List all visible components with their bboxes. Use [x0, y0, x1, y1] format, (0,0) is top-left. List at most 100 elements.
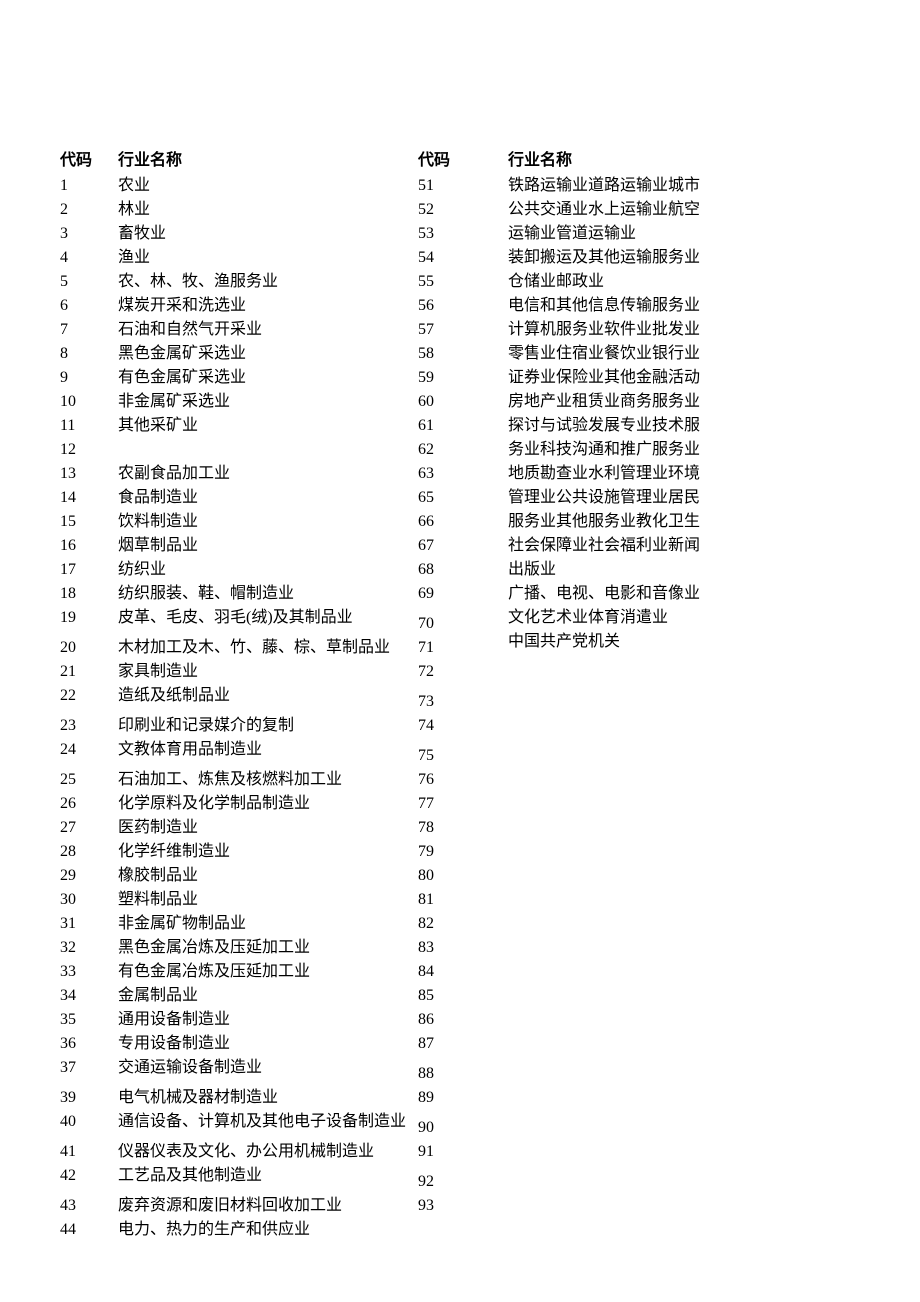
right-text-line: 出版业: [508, 558, 728, 582]
code-cell: 6: [60, 294, 118, 318]
name-cell: 仪器仪表及文化、办公用机械制造业: [118, 1140, 418, 1164]
code-cell: 51: [418, 174, 478, 198]
name-cell: 印刷业和记录媒介的复制: [118, 714, 418, 738]
name-cell: 煤炭开采和洗选业: [118, 294, 418, 318]
name-cell: 通用设备制造业: [118, 1008, 418, 1032]
code-cell: 15: [60, 510, 118, 534]
code-cell: 75: [418, 744, 478, 768]
name-cell: 农业: [118, 174, 418, 198]
name-cell: 造纸及纸制品业: [118, 684, 418, 708]
code-cell: 16: [60, 534, 118, 558]
name-cell: 专用设备制造业: [118, 1032, 418, 1056]
code-cell: 71: [418, 636, 478, 660]
code-cell: 58: [418, 342, 478, 366]
name-cell: 化学纤维制造业: [118, 840, 418, 864]
name-cell: 黑色金属冶炼及压延加工业: [118, 936, 418, 960]
code-cell: 4: [60, 246, 118, 270]
code-cell: 8: [60, 342, 118, 366]
code-cell: 23: [60, 714, 118, 738]
right-text-line: 务业科技沟通和推广服务业: [508, 438, 728, 462]
code-cell: 57: [418, 318, 478, 342]
code-cell: 73: [418, 690, 478, 714]
code-cell: 93: [418, 1194, 478, 1218]
name-cell: 有色金属矿采选业: [118, 366, 418, 390]
code-cell: 24: [60, 738, 118, 762]
name-cell: 林业: [118, 198, 418, 222]
right-text-line: 社会保障业社会福利业新闻: [508, 534, 728, 558]
code-cell: 88: [418, 1062, 478, 1086]
code-cell: 39: [60, 1086, 118, 1110]
right-text-line: 计算机服务业软件业批发业: [508, 318, 728, 342]
code-cell: 77: [418, 792, 478, 816]
codes-column-2: 代码 5152535455565758596061626365666768697…: [418, 150, 478, 1242]
name-cell: 渔业: [118, 246, 418, 270]
code-cell: 83: [418, 936, 478, 960]
document-page: 代码 1234567891011121314151617181920212223…: [0, 0, 920, 1302]
right-text-line: 广播、电视、电影和音像业: [508, 582, 728, 606]
code-cell: 66: [418, 510, 478, 534]
code-cell: 18: [60, 582, 118, 606]
name-cell: 家具制造业: [118, 660, 418, 684]
code-cell: 53: [418, 222, 478, 246]
code-cell: 90: [418, 1116, 478, 1140]
right-text-line: 探讨与试验发展专业技术服: [508, 414, 728, 438]
right-text-line: 房地产业租赁业商务服务业: [508, 390, 728, 414]
code-cell: 84: [418, 960, 478, 984]
code-cell: 86: [418, 1008, 478, 1032]
code-cell: 78: [418, 816, 478, 840]
code-cell: 70: [418, 612, 478, 636]
code-cell: 14: [60, 486, 118, 510]
code-cell: 44: [60, 1218, 118, 1242]
code-cell: 80: [418, 864, 478, 888]
code-cell: 31: [60, 912, 118, 936]
code-cell: 3: [60, 222, 118, 246]
code-cell: 25: [60, 768, 118, 792]
left-columns: 代码 1234567891011121314151617181920212223…: [60, 150, 478, 1242]
header-name-2: 行业名称: [508, 150, 728, 172]
name-cell: 金属制品业: [118, 984, 418, 1008]
right-text-line: 管理业公共设施管理业居民: [508, 486, 728, 510]
name-cell: 皮革、毛皮、羽毛(绒)及其制品业: [118, 606, 418, 630]
code-cell: 7: [60, 318, 118, 342]
right-column: 行业名称 铁路运输业道路运输业城市公共交通业水上运输业航空运输业管道运输业装卸搬…: [508, 150, 728, 654]
code-cell: 89: [418, 1086, 478, 1110]
name-cell: 橡胶制品业: [118, 864, 418, 888]
name-cell: 饮料制造业: [118, 510, 418, 534]
code-cell: 28: [60, 840, 118, 864]
code-cell: 55: [418, 270, 478, 294]
name-cell: 食品制造业: [118, 486, 418, 510]
name-cell: 非金属矿采选业: [118, 390, 418, 414]
name-cell: 纺织服装、鞋、帽制造业: [118, 582, 418, 606]
right-text-line: 公共交通业水上运输业航空: [508, 198, 728, 222]
code-cell: 35: [60, 1008, 118, 1032]
name-cell: 畜牧业: [118, 222, 418, 246]
code-cell: 1: [60, 174, 118, 198]
code-cell: 61: [418, 414, 478, 438]
right-text-line: 装卸搬运及其他运输服务业: [508, 246, 728, 270]
name-cell: 有色金属冶炼及压延加工业: [118, 960, 418, 984]
code-cell: 37: [60, 1056, 118, 1080]
header-name-1: 行业名称: [118, 150, 418, 172]
name-cell: [118, 438, 418, 462]
code-cell: 2: [60, 198, 118, 222]
right-text-line: 地质勘查业水利管理业环境: [508, 462, 728, 486]
code-cell: 32: [60, 936, 118, 960]
name-cell: 工艺品及其他制造业: [118, 1164, 418, 1188]
code-cell: 91: [418, 1140, 478, 1164]
code-cell: 19: [60, 606, 118, 630]
code-cell: 22: [60, 684, 118, 708]
right-text-line: 零售业住宿业餐饮业银行业: [508, 342, 728, 366]
code-cell: 67: [418, 534, 478, 558]
code-cell: 5: [60, 270, 118, 294]
right-text-line: 中国共产党机关: [508, 630, 728, 654]
code-cell: 68: [418, 558, 478, 582]
name-cell: 废弃资源和废旧材料回收加工业: [118, 1194, 418, 1218]
code-cell: 62: [418, 438, 478, 462]
code-cell: 11: [60, 414, 118, 438]
code-cell: 85: [418, 984, 478, 1008]
code-cell: 42: [60, 1164, 118, 1188]
code-cell: 21: [60, 660, 118, 684]
name-cell: 石油和自然气开采业: [118, 318, 418, 342]
code-cell: 17: [60, 558, 118, 582]
name-cell: 黑色金属矿采选业: [118, 342, 418, 366]
